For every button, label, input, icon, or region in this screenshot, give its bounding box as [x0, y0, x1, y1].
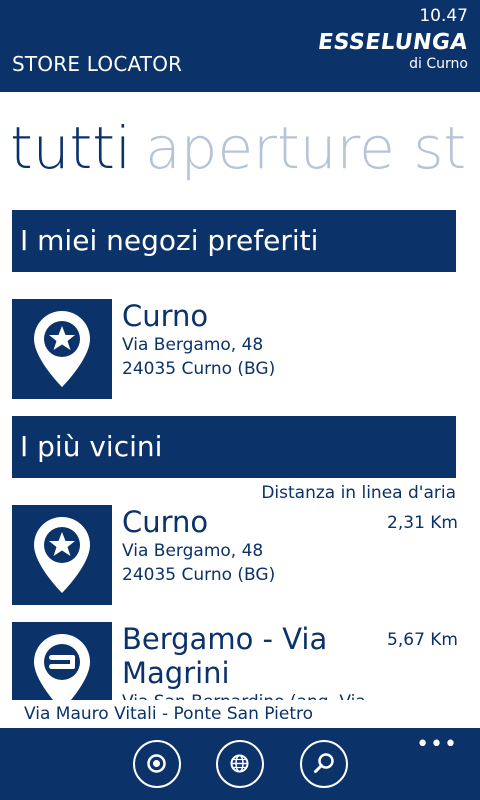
store-address: Via Bergamo, 48 — [122, 335, 264, 355]
list-item-nearby-bergamo[interactable]: Bergamo - Via Magrini 5,67 Km Via San Be… — [12, 622, 462, 700]
store-distance: 2,31 Km — [387, 513, 458, 533]
store-name-line1: Bergamo - Via — [122, 622, 328, 656]
distance-note: Distanza in linea d'aria — [261, 483, 456, 503]
section-header-favorites: I miei negozi preferiti — [12, 210, 456, 272]
globe-button[interactable] — [216, 740, 264, 788]
page-title: STORE LOCATOR — [12, 52, 183, 76]
store-tile — [12, 299, 112, 399]
store-tile — [12, 622, 112, 700]
store-name: Curno — [122, 299, 209, 333]
brand-location: di Curno — [409, 56, 468, 72]
brand-logo: ESSELUNGA — [316, 30, 470, 55]
store-tile — [12, 505, 112, 605]
star-pin-icon — [34, 517, 90, 593]
store-city: 24035 Curno (BG) — [122, 565, 276, 585]
search-button[interactable] — [300, 740, 348, 788]
ticker-text: Via Mauro Vitali - Ponte San Pietro — [0, 700, 480, 728]
store-address: Via Bergamo, 48 — [122, 541, 264, 561]
store-name: Curno — [122, 505, 209, 539]
store-address: Via San Bernardino (ang. Via — [122, 692, 366, 700]
store-name-line2: Magrini — [122, 656, 230, 690]
search-icon — [314, 753, 334, 773]
app-bar: ••• — [0, 728, 480, 800]
pivot-tab-aperture[interactable]: aperture st — [145, 114, 466, 182]
list-item-favorite-curno[interactable]: Curno Via Bergamo, 48 24035 Curno (BG) — [12, 299, 462, 399]
app-header: 10.47 STORE LOCATOR ESSELUNGA di Curno — [0, 0, 480, 92]
globe-icon — [230, 754, 249, 773]
s-pin-icon — [34, 634, 90, 700]
star-pin-icon — [34, 311, 90, 387]
pivot-header: tutti aperture st — [10, 112, 466, 184]
store-city: 24035 Curno (BG) — [122, 359, 276, 379]
location-button[interactable] — [133, 740, 181, 788]
pivot-tab-tutti[interactable]: tutti — [10, 114, 131, 182]
section-header-nearby: I più vicini — [12, 416, 456, 478]
list-item-nearby-curno[interactable]: Curno 2,31 Km Via Bergamo, 48 24035 Curn… — [12, 505, 462, 605]
more-menu-button[interactable]: ••• — [416, 732, 458, 757]
store-distance: 5,67 Km — [387, 630, 458, 650]
location-icon — [147, 754, 166, 773]
status-time: 10.47 — [419, 6, 468, 26]
